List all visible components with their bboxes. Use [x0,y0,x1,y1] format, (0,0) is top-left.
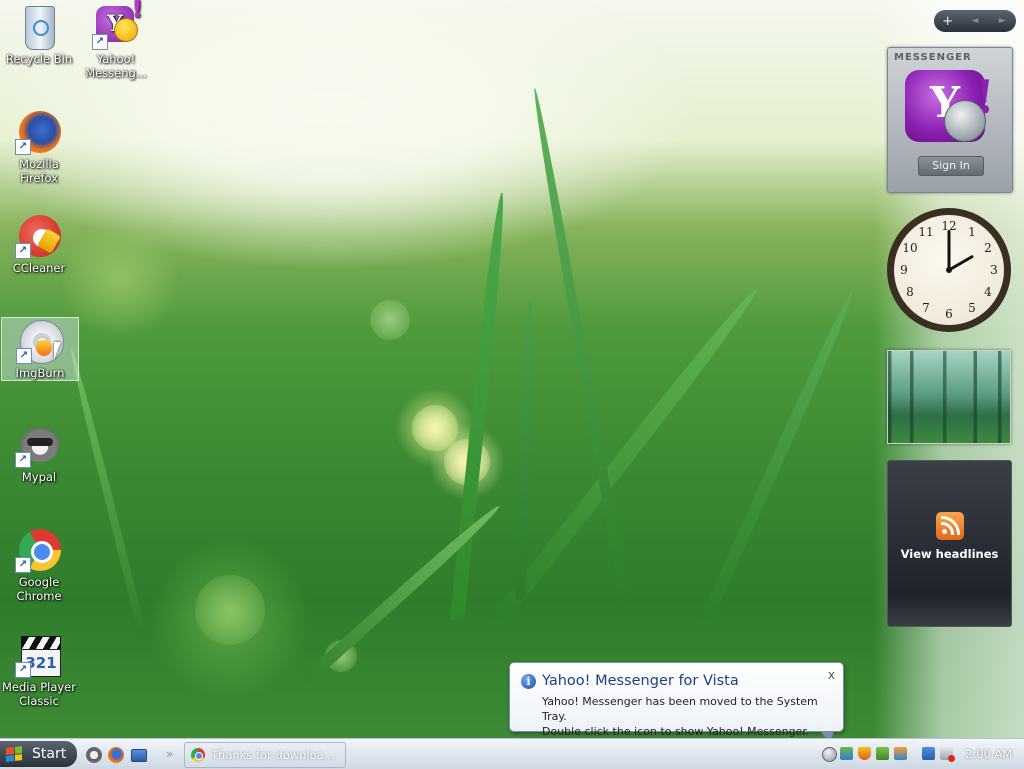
shortcut-arrow-icon: ↗ [15,557,31,573]
quick-launch-mypal-icon[interactable] [86,747,102,763]
shortcut-arrow-icon: ↗ [16,348,32,364]
start-label: Start [32,746,67,762]
shortcut-arrow-icon: ↗ [15,243,31,259]
info-icon: i [521,674,536,689]
taskbar: Start » Thanks for downloa... 2:00 AM [0,738,1024,769]
yahoo-messenger-icon: Y ! ↗ [92,0,143,50]
desktop-icon-label: Yahoo! Messeng... [85,52,147,80]
clock-minute-hand [947,230,951,270]
grass-blade [515,300,536,601]
notification-title: Yahoo! Messenger for Vista [542,673,739,689]
desktop-icon-imgburn[interactable]: ↗ ImgBurn [1,317,79,381]
yahoo-messenger-tray-icon[interactable] [822,747,837,762]
recycle-bin-icon [15,4,63,50]
windows-logo-icon [6,746,22,762]
quick-launch-firefox-icon[interactable] [108,747,124,763]
desktop-icon-recycle-bin[interactable]: Recycle Bin [1,4,77,66]
desktop-icon-media-player-classic[interactable]: 321 ↗ Media Player Classic [1,632,77,708]
mypal-icon: ↗ [15,422,63,468]
start-button[interactable]: Start [0,741,77,767]
view-headlines-label[interactable]: View headlines [888,547,1011,561]
shortcut-arrow-icon: ↗ [15,662,31,678]
mouse-cursor-icon [54,342,61,360]
notification-message: Yahoo! Messenger has been moved to the S… [542,694,843,739]
notification-line: Double click the icon to show Yahoo! Mes… [542,725,810,738]
messenger-status-icon [944,100,986,142]
sidebar-controls: + ◄ ► [934,10,1016,32]
windows-update-tray-icon[interactable] [894,747,907,760]
desktop-icon-label: Mypal [21,470,57,484]
bokeh-light [195,575,265,645]
bokeh-light [370,300,410,340]
desktop-icon-label: Mozilla Firefox [19,157,59,185]
clock-face: 12 1 2 3 4 5 6 7 8 9 10 11 [894,215,1004,325]
desktop-icon-ccleaner[interactable]: ↗ CCleaner [1,213,77,275]
desktop-icon-firefox[interactable]: ↗ Mozilla Firefox [1,109,77,185]
wallpaper [0,0,1024,738]
rss-feed-icon [936,512,964,540]
desktop-icon-yahoo-messenger[interactable]: Y ! ↗ Yahoo! Messeng... [78,0,154,80]
notification-line: Yahoo! Messenger has been moved to the S… [542,695,818,723]
firefox-icon: ↗ [15,109,63,155]
media-player-classic-icon: 321 ↗ [15,632,63,678]
desktop-icon-label: Google Chrome [16,575,62,603]
desktop-icon-label: ImgBurn [15,366,65,380]
taskbar-button-label: Thanks for downloa... [211,748,335,762]
grass-blade [450,191,509,621]
previous-page-button[interactable]: ◄ [963,16,987,26]
desktop-icon-label: CCleaner [12,261,66,275]
feed-headlines-gadget[interactable]: View headlines [887,460,1012,627]
quick-launch-more-button[interactable]: » [166,747,173,761]
desktop-icon-label: Media Player Classic [2,680,76,708]
chrome-icon: ↗ [15,527,63,573]
close-notification-button[interactable]: x [828,668,835,682]
shortcut-arrow-icon: ↗ [92,34,108,50]
sign-in-button[interactable]: Sign In [918,156,984,176]
security-shield-tray-icon[interactable] [858,747,871,760]
add-gadget-button[interactable]: + [936,14,960,29]
tray-notification-balloon[interactable]: i Yahoo! Messenger for Vista x Yahoo! Me… [509,662,844,743]
clock-hour-hand [948,254,974,272]
network-tray-icon[interactable] [840,747,853,760]
desktop-icon-mypal[interactable]: ↗ Mypal [1,422,77,484]
gadget-header: MESSENGER [894,52,972,63]
clock-gadget[interactable]: 12 1 2 3 4 5 6 7 8 9 10 11 [887,208,1011,332]
shortcut-arrow-icon: ↗ [15,139,31,155]
grass-blade [67,347,148,641]
slideshow-gadget[interactable] [887,350,1011,444]
chrome-icon [191,748,205,762]
shortcut-arrow-icon: ↗ [15,452,31,468]
next-page-button[interactable]: ► [990,16,1014,26]
network-connection-tray-icon[interactable] [922,747,935,760]
yahoo-messenger-gadget[interactable]: MESSENGER Y ! Sign In [887,47,1013,193]
safely-remove-tray-icon[interactable] [876,747,889,760]
grass-blade [301,501,504,685]
desktop-icon-chrome[interactable]: ↗ Google Chrome [1,527,77,603]
taskbar-button-chrome[interactable]: Thanks for downloa... [184,742,346,768]
volume-muted-tray-icon[interactable] [940,747,955,762]
ccleaner-icon: ↗ [15,213,63,259]
taskbar-clock[interactable]: 2:00 AM [965,739,1012,769]
desktop-icon-label: Recycle Bin [5,52,73,66]
quick-launch-show-desktop-icon[interactable] [131,749,147,762]
